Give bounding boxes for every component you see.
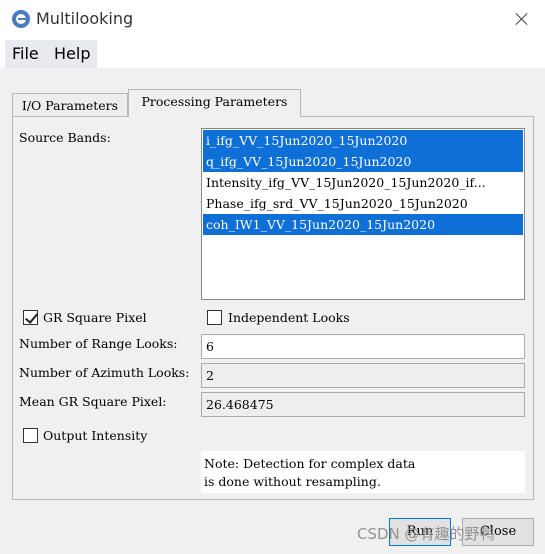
gr-square-pixel-label: GR Square Pixel (43, 310, 147, 325)
list-item[interactable]: Phase_ifg_srd_VV_15Jun2020_15Jun2020 (203, 193, 523, 214)
close-window-icon[interactable] (499, 0, 545, 38)
list-item[interactable]: i_ifg_VV_15Jun2020_15Jun2020 (203, 130, 523, 151)
tab-processing-parameters[interactable]: Processing Parameters (128, 89, 301, 117)
esa-snap-icon (12, 10, 30, 28)
independent-looks-label: Independent Looks (228, 310, 350, 325)
title-bar: Multilooking (0, 0, 545, 38)
tab-io-parameters[interactable]: I/O Parameters (12, 93, 128, 116)
menu-file[interactable]: File (12, 44, 39, 63)
azimuth-looks-label: Number of Azimuth Looks: (19, 365, 190, 380)
menu-help[interactable]: Help (54, 44, 90, 63)
multilooking-dialog: Multilooking File Help I/O Parameters Pr… (0, 0, 545, 554)
range-looks-label: Number of Range Looks: (19, 336, 178, 351)
source-bands-list[interactable]: i_ifg_VV_15Jun2020_15Jun2020 q_ifg_VV_15… (201, 128, 525, 300)
source-bands-label: Source Bands: (19, 130, 111, 145)
range-looks-input[interactable]: 6 (201, 334, 525, 359)
gr-square-pixel-checkbox[interactable] (23, 310, 38, 325)
mean-gr-pixel-field: 26.468475 (201, 392, 525, 417)
window-title: Multilooking (36, 9, 134, 28)
list-item[interactable]: coh_IW1_VV_15Jun2020_15Jun2020 (203, 214, 523, 235)
detection-note: Note: Detection for complex data is done… (201, 451, 525, 493)
independent-looks-checkbox[interactable] (207, 310, 222, 325)
mean-gr-pixel-label: Mean GR Square Pixel: (19, 394, 167, 409)
list-item[interactable]: Intensity_ifg_VV_15Jun2020_15Jun2020_if.… (203, 172, 523, 193)
watermark: CSDN @有趣的野鸭 (357, 525, 495, 543)
output-intensity-label: Output Intensity (43, 428, 148, 443)
list-item[interactable]: q_ifg_VV_15Jun2020_15Jun2020 (203, 151, 523, 172)
menu-bar: File Help (0, 38, 545, 68)
output-intensity-checkbox[interactable] (23, 428, 38, 443)
azimuth-looks-field: 2 (201, 363, 525, 388)
